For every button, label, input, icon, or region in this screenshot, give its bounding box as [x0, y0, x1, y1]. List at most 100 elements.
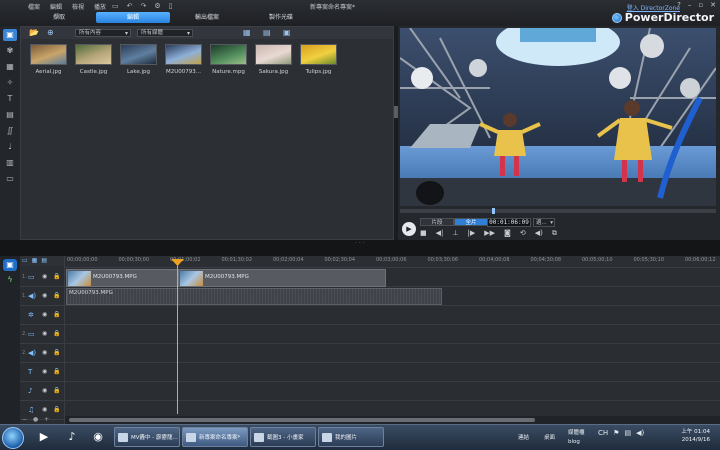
network-icon[interactable]: ▤ — [624, 429, 631, 437]
grid-view-icon[interactable]: ▦ — [243, 29, 251, 37]
taskbar-window-2[interactable]: 新專案命名專案* — [182, 427, 248, 447]
blank-icon[interactable]: ▯ — [169, 2, 173, 10]
storyboard-mode-icon[interactable]: ▦ — [32, 256, 38, 266]
voice-over-room-icon[interactable]: ♩ — [3, 141, 17, 153]
maximize-icon[interactable]: ▫ — [698, 1, 703, 9]
track-lock-icon[interactable]: 🔒 — [53, 387, 60, 394]
taskbar-window-3[interactable]: 截圖3 - 小畫家 — [250, 427, 316, 447]
library-item[interactable]: Lake.jpg — [119, 44, 158, 75]
timeline-mode-icon[interactable]: ▭ — [22, 256, 28, 266]
playback-speed-dropdown[interactable]: 適... — [533, 218, 555, 227]
menu-file[interactable]: 檔案 — [28, 2, 40, 11]
undock-preview-icon[interactable]: ⧉ — [552, 229, 557, 238]
movie-mode-button[interactable]: 全片 — [454, 218, 488, 226]
library-item[interactable]: Aerial.jpg — [29, 44, 68, 75]
workspace-splitter[interactable]: · · · — [0, 240, 720, 256]
snapshot-icon[interactable]: ◙ — [504, 229, 511, 238]
track-lock-icon[interactable]: 🔒 — [53, 406, 60, 413]
track-visibility-icon[interactable]: ◉ — [42, 368, 47, 375]
volume-icon[interactable]: ◀) — [535, 229, 543, 238]
timeline-playhead[interactable] — [177, 262, 178, 414]
library-item[interactable]: Sakura.jpg — [254, 44, 293, 75]
magic-tools-icon[interactable]: ϟ — [3, 274, 17, 286]
menu-playback[interactable]: 播放 — [94, 2, 106, 11]
track-visibility-icon[interactable]: ◉ — [42, 292, 47, 299]
video-clip-1[interactable]: M2U00793.MPG — [66, 269, 178, 287]
tab-produce[interactable]: 輸出檔案 — [170, 12, 244, 23]
menu-view[interactable]: 檢視 — [72, 2, 84, 11]
timecode-display[interactable]: 00:01:06:09 — [487, 218, 531, 227]
download-media-icon[interactable]: ⊕ — [47, 29, 54, 37]
tab-create-disc[interactable]: 製作光碟 — [244, 12, 318, 23]
transition-room-icon[interactable]: ▤ — [3, 109, 17, 121]
library-item[interactable]: M2U00793... — [164, 44, 203, 75]
save-icon[interactable]: ▭ — [112, 2, 119, 10]
ime-indicator[interactable]: CH — [598, 429, 608, 437]
play-button[interactable]: ▶ — [402, 222, 416, 236]
previous-frame-icon[interactable]: ◀| — [436, 229, 444, 238]
chapter-room-icon[interactable]: ▥ — [3, 157, 17, 169]
system-clock[interactable]: 上午 01:04 2014/9/16 — [681, 428, 710, 444]
pip-room-icon[interactable]: ▦ — [3, 61, 17, 73]
audio-mixing-room-icon[interactable]: ∬ — [3, 125, 17, 137]
add-folder-icon[interactable]: ▣ — [283, 29, 291, 37]
speaker-icon[interactable]: ◀) — [636, 429, 644, 437]
library-item[interactable]: Nature.mpg — [209, 44, 248, 75]
scrubber-handle[interactable] — [492, 208, 495, 214]
track-visibility-icon[interactable]: ◉ — [42, 273, 47, 280]
track-lock-icon[interactable]: 🔒 — [53, 330, 60, 337]
splitter-grip-icon[interactable]: · · · — [355, 240, 365, 247]
settings-icon[interactable]: ⚙ — [154, 2, 160, 10]
toolbar-link-label[interactable]: 連結 — [518, 433, 529, 441]
minimize-icon[interactable]: – — [688, 1, 692, 9]
track-visibility-icon[interactable]: ◉ — [42, 387, 47, 394]
audio-clip-1[interactable]: M2U00793.MPG — [66, 288, 442, 305]
redo-icon[interactable]: ↷ — [141, 2, 147, 10]
media-filter-dropdown[interactable]: 所有媒體 — [137, 29, 193, 37]
library-item[interactable]: Castle.jpg — [74, 44, 113, 75]
clip-mode-button[interactable]: 片段 — [420, 218, 454, 226]
particle-room-icon[interactable]: ✧ — [3, 77, 17, 89]
loop-icon[interactable]: ⟲ — [520, 229, 526, 238]
track-lock-icon[interactable]: 🔒 — [53, 368, 60, 375]
zoom-out-icon[interactable]: − — [22, 416, 27, 423]
track-lock-icon[interactable]: 🔒 — [53, 349, 60, 356]
scrollbar-thumb[interactable] — [69, 418, 535, 422]
fast-forward-icon[interactable]: ▶▶ — [484, 229, 495, 238]
firefox-icon[interactable]: ◉ — [88, 427, 108, 447]
track-visibility-icon[interactable]: ◉ — [42, 330, 47, 337]
tab-edit[interactable]: 編輯 — [96, 12, 170, 23]
media-player-icon[interactable]: ▶ — [34, 427, 54, 447]
taskbar-window-1[interactable]: MV轟中 - 霹靂龍... — [114, 427, 180, 447]
taskbar-window-4[interactable]: 我的圖片 — [318, 427, 384, 447]
timeline-view-icon[interactable]: ▣ — [3, 259, 17, 271]
track-visibility-icon[interactable]: ◉ — [42, 406, 47, 413]
zoom-slider-icon[interactable]: ● — [33, 416, 38, 423]
undo-icon[interactable]: ↶ — [127, 2, 133, 10]
close-icon[interactable]: ✕ — [710, 1, 716, 9]
track-lock-icon[interactable]: 🔒 — [53, 292, 60, 299]
track-lock-icon[interactable]: 🔒 — [53, 273, 60, 280]
video-clip-2[interactable]: M2U00793.MPG — [178, 269, 386, 287]
preview-scrubber[interactable] — [400, 208, 716, 214]
library-item[interactable]: Tulips.jpg — [299, 44, 338, 75]
stop-icon[interactable]: ■ — [420, 229, 427, 238]
content-filter-dropdown[interactable]: 所有內容 — [75, 29, 131, 37]
tab-capture[interactable]: 擷取 — [22, 12, 96, 23]
track-manager-icon[interactable]: ▤ — [41, 256, 47, 266]
track-visibility-icon[interactable]: ◉ — [42, 349, 47, 356]
zoom-in-icon[interactable]: + — [44, 416, 49, 423]
title-room-icon[interactable]: T — [3, 93, 17, 105]
toolbar-blog-label[interactable]: blog — [568, 439, 580, 445]
mark-in-icon[interactable]: ⊥ — [452, 229, 458, 238]
timeline-ruler[interactable]: 00;00;00;00 00;00;30;00 00;01;00;02 00;01;3… — [65, 256, 720, 268]
flag-icon[interactable]: ⚑ — [613, 429, 619, 437]
import-media-icon[interactable]: 📂 — [29, 29, 39, 37]
subtitle-room-icon[interactable]: ▭ — [3, 173, 17, 185]
start-button[interactable] — [2, 427, 24, 449]
media-room-icon[interactable]: ▣ — [3, 29, 17, 41]
toolbar-library-label[interactable]: 媒體櫃 — [568, 428, 585, 436]
timeline-scrollbar[interactable] — [65, 416, 720, 424]
track-visibility-icon[interactable]: ◉ — [42, 311, 47, 318]
menu-edit[interactable]: 編輯 — [50, 2, 62, 11]
